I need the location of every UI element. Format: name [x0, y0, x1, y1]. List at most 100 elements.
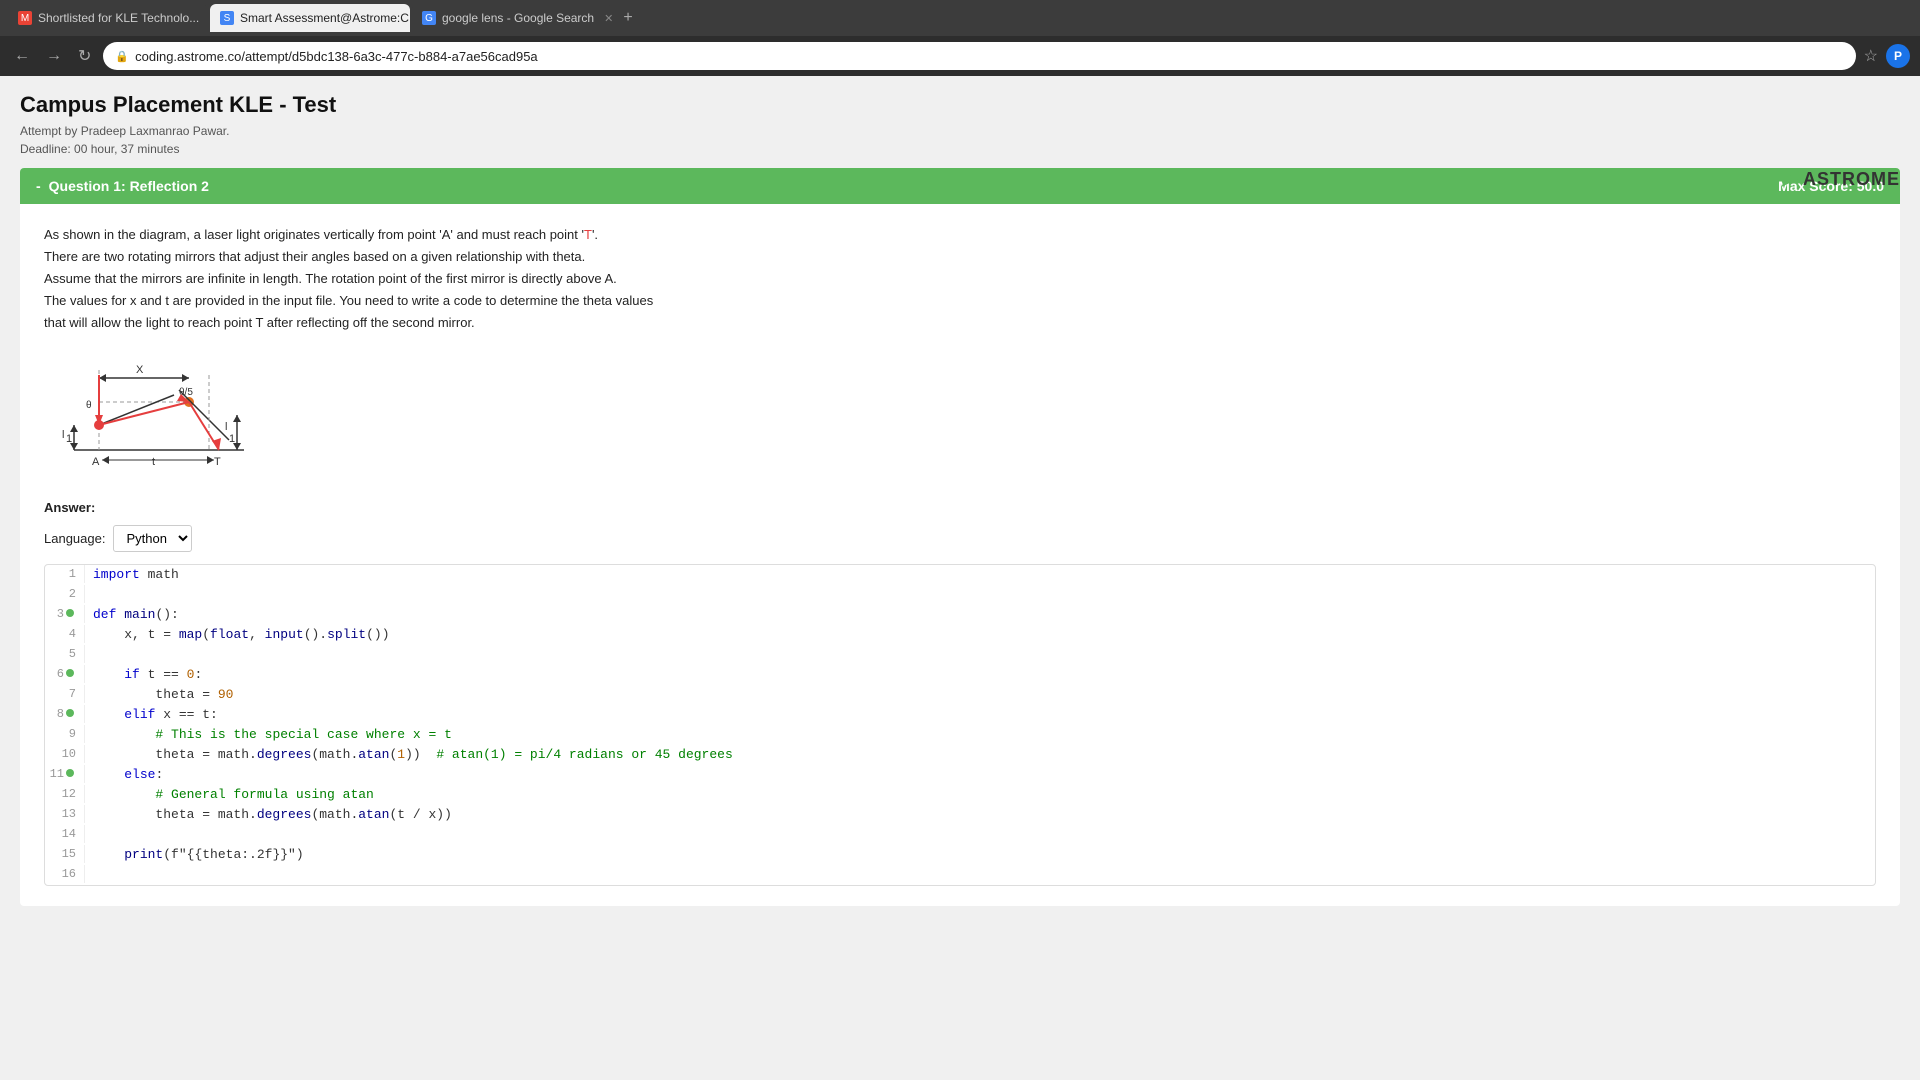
svg-text:T: T [214, 456, 221, 468]
tab-2[interactable]: S Smart Assessment@Astrome:C ✕ [210, 4, 410, 32]
page-title: Campus Placement KLE - Test [20, 92, 1900, 118]
line-content-11: else: [85, 765, 1875, 784]
question-header-left: - Question 1: Reflection 2 [36, 178, 209, 194]
lock-icon: 🔒 [115, 50, 129, 63]
line-number-3: 3 [45, 605, 85, 623]
diagram-container: X θ/5 θ [44, 350, 1876, 480]
astrome-logo-text: ASTROME [1803, 169, 1900, 190]
tab-1-favicon: M [18, 11, 32, 25]
line-number-12: 12 [45, 785, 85, 803]
line-number-7: 7 [45, 685, 85, 703]
line-number-2: 2 [45, 585, 85, 603]
address-bar[interactable]: 🔒 coding.astrome.co/attempt/d5bdc138-6a3… [103, 42, 1855, 70]
astrome-logo-icon: ➤ [1780, 166, 1799, 192]
attempt-by: Attempt by Pradeep Laxmanrao Pawar. [20, 122, 1900, 140]
diagram-svg: X θ/5 θ [44, 350, 264, 480]
svg-text:X: X [136, 364, 144, 376]
tab-3-label: google lens - Google Search [442, 11, 594, 25]
address-text: coding.astrome.co/attempt/d5bdc138-6a3c-… [135, 49, 538, 64]
tab-3[interactable]: G google lens - Google Search ✕ [412, 4, 612, 32]
line-content-1: import math [85, 565, 1875, 584]
tab-2-favicon: S [220, 11, 234, 25]
code-line-16: 16 [45, 865, 1875, 885]
line-content-13: theta = math.degrees(math.atan(t / x)) [85, 805, 1875, 824]
page-header: Campus Placement KLE - Test Attempt by P… [20, 92, 1900, 158]
line-number-11: 11 [45, 765, 85, 783]
browser-chrome: M Shortlisted for KLE Technolo... ✕ S Sm… [0, 0, 1920, 76]
tab-bar: M Shortlisted for KLE Technolo... ✕ S Sm… [0, 0, 1920, 36]
forward-button[interactable]: → [42, 43, 66, 69]
tab-2-label: Smart Assessment@Astrome:C [240, 11, 409, 25]
tab-3-favicon: G [422, 11, 436, 25]
code-line-15: 15 print(f"{{theta:.2f}}") [45, 845, 1875, 865]
code-line-2: 2 [45, 585, 1875, 605]
svg-text:l: l [225, 421, 227, 433]
question-block: - Question 1: Reflection 2 Max Score: 50… [20, 168, 1900, 906]
line-number-5: 5 [45, 645, 85, 663]
code-line-9: 9 # This is the special case where x = t [45, 725, 1875, 745]
line-number-4: 4 [45, 625, 85, 643]
code-line-7: 7 theta = 90 [45, 685, 1875, 705]
page-content: ➤ ASTROME Campus Placement KLE - Test At… [0, 76, 1920, 1080]
line-number-10: 10 [45, 745, 85, 763]
code-line-11: 11 else: [45, 765, 1875, 785]
question-body: As shown in the diagram, a laser light o… [20, 204, 1900, 906]
line-number-15: 15 [45, 845, 85, 863]
line-number-13: 13 [45, 805, 85, 823]
svg-text:A: A [92, 456, 100, 468]
svg-text:1: 1 [229, 433, 235, 445]
line-content-14 [85, 825, 1875, 829]
code-line-4: 4 x, t = map(float, input().split()) [45, 625, 1875, 645]
collapse-button[interactable]: - [36, 178, 41, 194]
code-line-5: 5 [45, 645, 1875, 665]
code-line-6: 6 if t == 0: [45, 665, 1875, 685]
line-content-7: theta = 90 [85, 685, 1875, 704]
bookmark-icon[interactable]: ☆ [1864, 46, 1878, 66]
tab-3-close[interactable]: ✕ [604, 12, 612, 25]
language-label: Language: [44, 531, 105, 546]
line-number-9: 9 [45, 725, 85, 743]
svg-text:1: 1 [66, 433, 72, 445]
new-tab-button[interactable]: + [614, 4, 642, 32]
address-bar-row: ← → ↻ 🔒 coding.astrome.co/attempt/d5bdc1… [0, 36, 1920, 76]
code-line-13: 13 theta = math.degrees(math.atan(t / x)… [45, 805, 1875, 825]
code-line-10: 10 theta = math.degrees(math.atan(1)) # … [45, 745, 1875, 765]
code-line-14: 14 [45, 825, 1875, 845]
line-number-16: 16 [45, 865, 85, 883]
line-content-6: if t == 0: [85, 665, 1875, 684]
deadline: Deadline: 00 hour, 37 minutes [20, 140, 1900, 158]
line-content-15: print(f"{{theta:.2f}}") [85, 845, 1875, 864]
line-content-5 [85, 645, 1875, 649]
line-content-10: theta = math.degrees(math.atan(1)) # ata… [85, 745, 1875, 764]
code-line-12: 12 # General formula using atan [45, 785, 1875, 805]
line-content-12: # General formula using atan [85, 785, 1875, 804]
code-line-1: 1 import math [45, 565, 1875, 585]
code-line-3: 3 def main(): [45, 605, 1875, 625]
language-selector-row: Language: Python C++ Java C [44, 525, 1876, 552]
line-number-14: 14 [45, 825, 85, 843]
code-line-8: 8 elif x == t: [45, 705, 1875, 725]
line-content-3: def main(): [85, 605, 1875, 624]
answer-label: Answer: [44, 500, 1876, 515]
profile-button[interactable]: P [1886, 44, 1910, 68]
tab-1[interactable]: M Shortlisted for KLE Technolo... ✕ [8, 4, 208, 32]
line-content-8: elif x == t: [85, 705, 1875, 724]
line-content-4: x, t = map(float, input().split()) [85, 625, 1875, 644]
tab-1-label: Shortlisted for KLE Technolo... [38, 11, 199, 25]
svg-text:t: t [152, 456, 155, 468]
problem-text: As shown in the diagram, a laser light o… [44, 224, 1876, 334]
line-content-16 [85, 865, 1875, 869]
back-button[interactable]: ← [10, 43, 34, 69]
line-number-8: 8 [45, 705, 85, 723]
language-select[interactable]: Python C++ Java C [113, 525, 192, 552]
reload-button[interactable]: ↻ [74, 42, 95, 70]
svg-text:l: l [62, 429, 64, 441]
svg-text:θ: θ [86, 400, 92, 411]
line-number-6: 6 [45, 665, 85, 683]
line-content-2 [85, 585, 1875, 589]
astrome-logo: ➤ ASTROME [1780, 166, 1900, 192]
code-editor[interactable]: 1 import math 2 3 def main(): 4 x, t = m… [44, 564, 1876, 886]
line-content-9: # This is the special case where x = t [85, 725, 1875, 744]
question-title: Question 1: Reflection 2 [49, 178, 209, 194]
highlight-T: T [584, 227, 592, 242]
